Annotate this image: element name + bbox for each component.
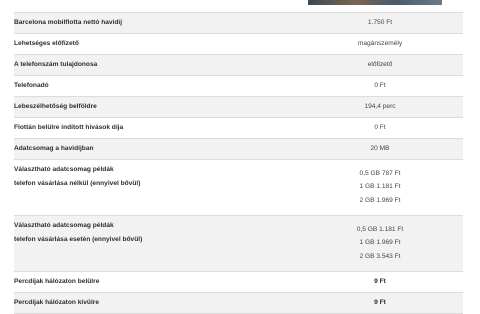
row-label: Választható adatcsomag példák telefon vá…	[14, 215, 297, 272]
table-row: Percdíjak hálózaton kívülre 9 Ft	[14, 292, 463, 314]
table-row: A telefonszám tulajdonosa előfizető	[14, 54, 463, 76]
row-label: Flottán belülre indított hívások díja	[14, 117, 297, 139]
row-label: Telefonadó	[14, 75, 297, 97]
row-value-line: 0,5 GB 787 Ft	[359, 169, 401, 177]
tariff-details-table: Barcelona mobilflotta nettó havidíj 1.75…	[14, 12, 463, 314]
row-label-line: Választható adatcsomag példák	[14, 166, 114, 173]
table-row: Flottán belülre indított hívások díja 0 …	[14, 117, 463, 139]
row-value: 0,5 GB 787 Ft 1 GB 1.181 Ft 2 GB 1.969 F…	[297, 159, 463, 216]
table-row: Telefonadó 0 Ft	[14, 75, 463, 97]
row-label: A telefonszám tulajdonosa	[14, 54, 297, 76]
row-label: Lebeszélhetőség belföldre	[14, 96, 297, 118]
table-row: Lebeszélhetőség belföldre 194,4 perc	[14, 96, 463, 118]
row-value: 9 Ft	[297, 271, 463, 293]
row-value: előfizető	[297, 54, 463, 76]
row-label: Percdíjak hálózaton kívülre	[14, 292, 297, 314]
row-value: magánszemély	[297, 33, 463, 55]
row-label: Választható adatcsomag példák telefon vá…	[14, 159, 297, 216]
table-row: Választható adatcsomag példák telefon vá…	[14, 215, 463, 272]
row-value-line: 2 GB 3.543 Ft	[359, 252, 401, 260]
row-label-line: telefon vásárlása esetén (ennyivel bővül…	[14, 235, 143, 243]
row-value: 20 MB	[297, 138, 463, 160]
row-value-line: 1 GB 1.969 Ft	[359, 239, 401, 247]
row-value-line: 0,5 GB 1.181 Ft	[356, 225, 404, 233]
row-value-line: 2 GB 1.969 Ft	[359, 196, 401, 204]
header-image-strip	[308, 0, 442, 5]
row-label-line: Választható adatcsomag példák	[14, 222, 114, 229]
row-label: Adatcsomag a havidíjban	[14, 138, 297, 160]
table-row: Adatcsomag a havidíjban 20 MB	[14, 138, 463, 160]
row-value: 194,4 perc	[297, 96, 463, 118]
row-label: Barcelona mobilflotta nettó havidíj	[14, 12, 297, 34]
row-label: Percdíjak hálózaton belülre	[14, 271, 297, 293]
row-value: 0 Ft	[297, 117, 463, 139]
table-row: Barcelona mobilflotta nettó havidíj 1.75…	[14, 12, 463, 34]
row-value: 9 Ft	[297, 292, 463, 314]
row-value-line: 1 GB 1.181 Ft	[359, 183, 401, 191]
row-label-line: telefon vásárlása nélkül (ennyivel bővül…	[14, 179, 141, 187]
table-row: Percdíjak hálózaton belülre 9 Ft	[14, 271, 463, 293]
table-row: Lehetséges előfizető magánszemély	[14, 33, 463, 55]
row-value: 0,5 GB 1.181 Ft 1 GB 1.969 Ft 2 GB 3.543…	[297, 215, 463, 272]
row-label: Lehetséges előfizető	[14, 33, 297, 55]
table-row: Választható adatcsomag példák telefon vá…	[14, 159, 463, 216]
row-value: 0 Ft	[297, 75, 463, 97]
row-value: 1.750 Ft	[297, 12, 463, 34]
